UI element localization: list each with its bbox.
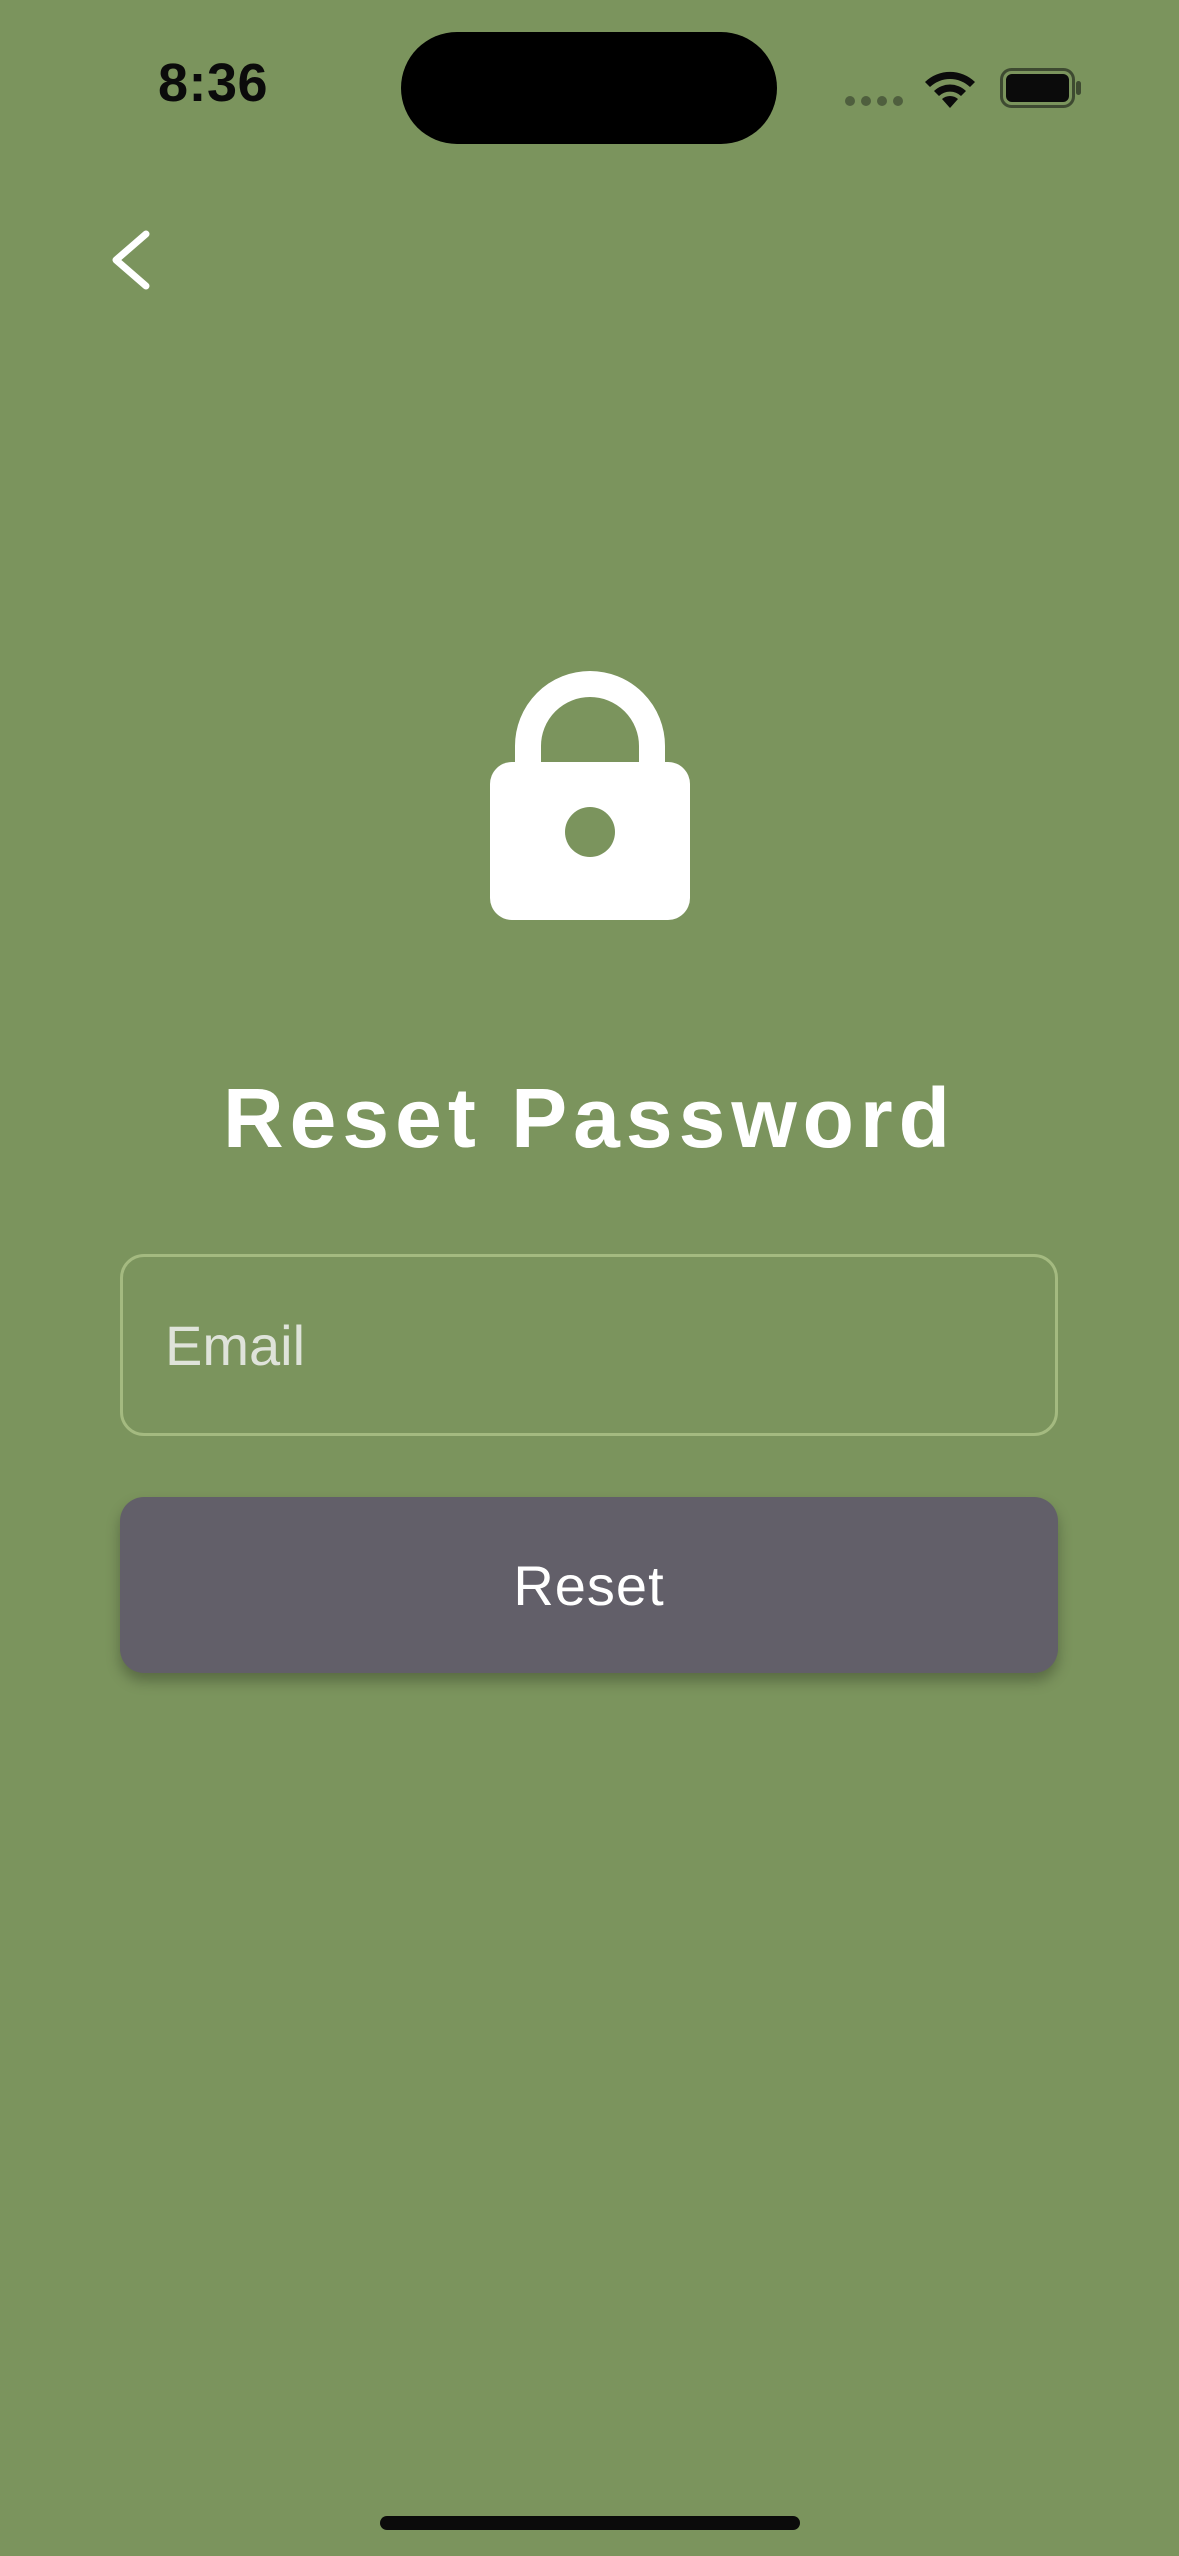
reset-button[interactable]: Reset [120, 1497, 1058, 1673]
wifi-icon [925, 71, 975, 108]
status-time: 8:36 [158, 53, 269, 113]
page-title: Reset Password [223, 1071, 956, 1165]
lock-icon [490, 671, 690, 920]
reset-button-label: Reset [513, 1553, 665, 1617]
battery-icon [1000, 68, 1081, 108]
dynamic-island [401, 32, 777, 144]
home-indicator[interactable] [380, 2516, 800, 2530]
reset-password-screen: 8:36 Reset Password Reset [0, 0, 1179, 2556]
cellular-signal-icon [845, 96, 905, 106]
back-chevron-icon[interactable] [100, 220, 172, 300]
email-input[interactable] [165, 1257, 1025, 1433]
email-field[interactable] [120, 1254, 1058, 1436]
